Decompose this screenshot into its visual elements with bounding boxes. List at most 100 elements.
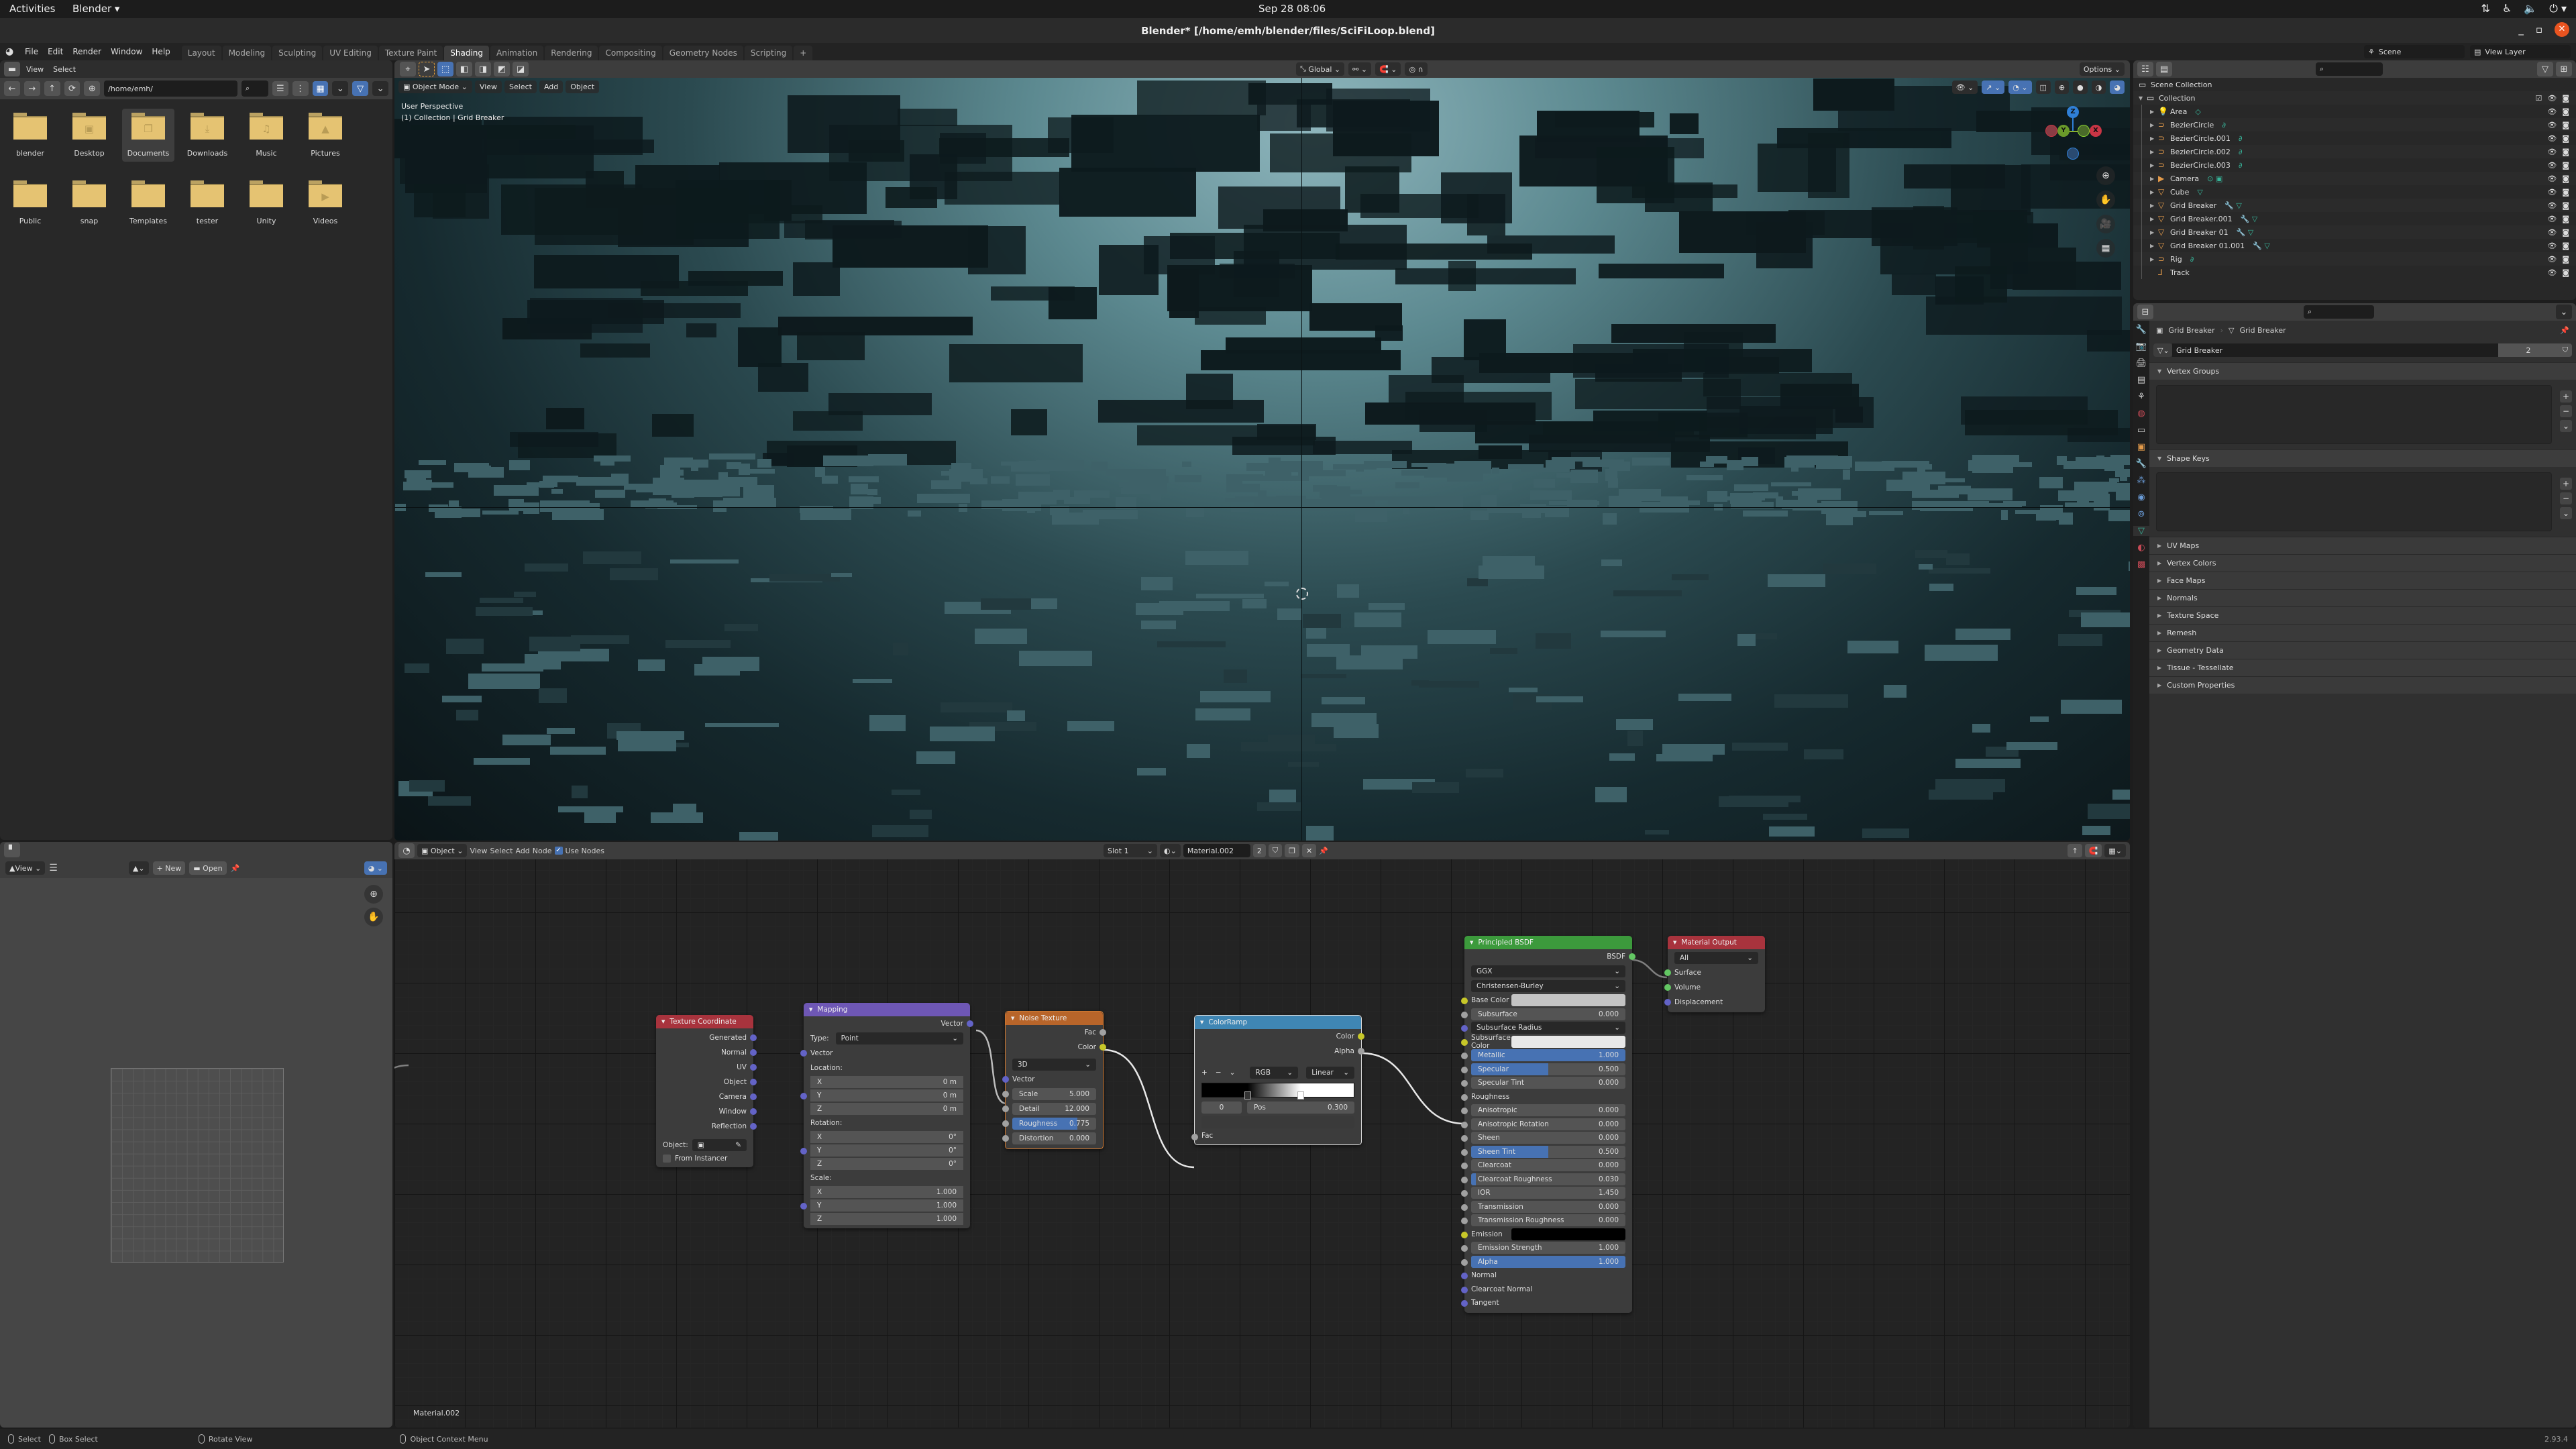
socket-clearcoat-in[interactable]: [1461, 1163, 1468, 1169]
socket-anisotropic-in[interactable]: [1461, 1108, 1468, 1114]
socket-transmission-roughness-in[interactable]: [1461, 1218, 1468, 1224]
stop-color-swatch[interactable]: [1201, 1116, 1354, 1128]
clock[interactable]: Sep 28 08:06: [1258, 3, 1326, 15]
outliner-item[interactable]: ▶ ⊃ BezierCircle.003 ∂ 👁 ◙: [2133, 158, 2576, 172]
socket-vector-in[interactable]: [1002, 1076, 1009, 1083]
socket-volume-in[interactable]: [1664, 984, 1671, 991]
socket-tangent-in[interactable]: [1461, 1300, 1468, 1307]
workspace-tab-texture-paint[interactable]: Texture Paint: [378, 46, 443, 60]
socket-detail-in[interactable]: [1002, 1106, 1009, 1112]
panel-normals[interactable]: ▶ Normals: [2149, 589, 2576, 606]
proportional-edit-toggle[interactable]: ◎ ∩: [1405, 62, 1428, 76]
collapse-icon[interactable]: ▼: [809, 1007, 812, 1012]
specials-menu-button[interactable]: ⌄: [2560, 420, 2572, 432]
shader-node-editor[interactable]: ◔ ▣ Object ⌄ View Select Add Node ✓ Use …: [394, 842, 2130, 1428]
new-image-button[interactable]: + New: [152, 861, 186, 875]
object-data-icon[interactable]: 🔧 ▽: [2253, 241, 2270, 250]
socket-anisotropic-rotation-in[interactable]: [1461, 1121, 1468, 1128]
sheen-tint-field[interactable]: Sheen Tint 0.500: [1471, 1145, 1625, 1158]
vp-menu-add[interactable]: Add: [539, 80, 564, 93]
node-header[interactable]: ▼ Material Output: [1668, 936, 1765, 949]
socket-roughness-in[interactable]: [1002, 1120, 1009, 1127]
properties-search-input[interactable]: ⌕: [2304, 305, 2374, 319]
gizmo-axis-z[interactable]: Z: [2067, 106, 2079, 118]
overlays-toggle[interactable]: ◔ ⌄: [2008, 80, 2032, 94]
expand-triangle-icon[interactable]: ▼: [2139, 95, 2147, 101]
socket-fac-in[interactable]: [1191, 1134, 1198, 1140]
socket-fac-out[interactable]: [1099, 1029, 1106, 1036]
outliner-collection[interactable]: ▼ ▭ Collection ☑ 👁 ◙: [2133, 91, 2576, 105]
panel-uv-maps[interactable]: ▶ UV Maps: [2149, 537, 2576, 554]
stop-position-field[interactable]: Pos 0.300: [1247, 1102, 1354, 1114]
view-layer-tab-icon[interactable]: ▤: [2137, 375, 2145, 385]
render-camera-icon[interactable]: ◙: [2562, 161, 2569, 170]
node-mapping[interactable]: ▼ Mapping Vector Type: Point ⌄ Vector Locat…: [800, 1003, 973, 1228]
gizmo-axis-neg-y[interactable]: [2078, 125, 2090, 137]
pivot-point-dropdown[interactable]: ⚯ ⌄: [1348, 62, 1372, 76]
socket-vector-in[interactable]: [800, 1050, 807, 1057]
new-collection-icon[interactable]: ⊞: [2556, 62, 2572, 76]
socket-specular-tint-in[interactable]: [1461, 1080, 1468, 1087]
menu-render[interactable]: Render: [68, 47, 106, 56]
socket-displacement-in[interactable]: [1664, 999, 1671, 1006]
ie-pin-icon[interactable]: 📌: [231, 864, 240, 873]
ie-pan-icon[interactable]: ✋: [364, 908, 383, 926]
socket-color-out[interactable]: [1358, 1033, 1364, 1040]
gizmo-axis-y[interactable]: Y: [2057, 125, 2070, 137]
object-picker-field[interactable]: ▣ ✎: [692, 1139, 747, 1151]
select-mode-new-icon[interactable]: ⬚: [437, 62, 453, 76]
folder-item[interactable]: Templates: [122, 176, 174, 229]
workspace-tab-uv-editing[interactable]: UV Editing: [323, 46, 378, 60]
socket-subsurface-color-in[interactable]: [1461, 1038, 1468, 1046]
socket-distortion-in[interactable]: [1002, 1135, 1009, 1142]
material-fake-user-icon[interactable]: ⛉: [1268, 844, 1283, 857]
material-users-count[interactable]: 2: [1252, 844, 1266, 857]
node-header[interactable]: ▼ Principled BSDF: [1464, 936, 1632, 949]
expand-triangle-icon[interactable]: ▶: [2150, 189, 2158, 195]
expand-triangle-icon[interactable]: ▶: [2150, 136, 2158, 142]
add-stop-icon[interactable]: +: [1201, 1069, 1208, 1077]
render-camera-icon[interactable]: ◙: [2562, 215, 2569, 223]
mapping-type-dropdown[interactable]: Point ⌄: [835, 1032, 963, 1044]
expand-triangle-icon[interactable]: ▶: [2150, 216, 2158, 222]
filter-options-chevron-icon[interactable]: ⌄: [372, 81, 388, 96]
shading-rendered[interactable]: ◕: [2110, 80, 2125, 94]
render-camera-icon[interactable]: ◙: [2562, 241, 2569, 250]
display-options-chevron-icon[interactable]: ⌄: [332, 81, 349, 96]
panel-texture-space[interactable]: ▶ Texture Space: [2149, 606, 2576, 624]
select-mode-extend-icon[interactable]: ◧: [456, 62, 472, 76]
subsurface-field[interactable]: Subsurface 0.000: [1471, 1008, 1625, 1020]
ior-field[interactable]: IOR 1.450: [1471, 1187, 1625, 1199]
gizmo-axis-neg-x[interactable]: [2045, 125, 2057, 137]
exclude-checkbox[interactable]: ☑: [2535, 94, 2542, 103]
object-data-icon[interactable]: 🔧 ▽: [2224, 201, 2242, 210]
parent-dir-icon[interactable]: ↑: [44, 81, 60, 96]
render-tab-icon[interactable]: 📷: [2136, 341, 2147, 352]
collection-tab-icon[interactable]: ▭: [2137, 425, 2145, 435]
list-box[interactable]: [2156, 385, 2552, 444]
ramp-menu-chevron-icon[interactable]: ⌄: [1230, 1069, 1236, 1077]
menu-help[interactable]: Help: [147, 47, 174, 56]
outliner-item[interactable]: ▶ ⊃ Rig ∂ 👁 ◙: [2133, 252, 2576, 266]
folder-item[interactable]: Public: [4, 176, 56, 229]
filter-icon[interactable]: ▽: [352, 81, 369, 96]
tool-tab-icon[interactable]: 🔧: [2136, 325, 2147, 335]
panel-face-maps[interactable]: ▶ Face Maps: [2149, 572, 2576, 589]
constraints-tab-icon[interactable]: ⊚: [2138, 509, 2145, 519]
eye-icon[interactable]: 👁: [2547, 241, 2557, 250]
add-item-button[interactable]: +: [2560, 478, 2572, 490]
display-mode-icon[interactable]: ▤: [2156, 62, 2172, 76]
select-mode-intersect-icon[interactable]: ◪: [513, 62, 529, 76]
output-target-dropdown[interactable]: All ⌄: [1674, 952, 1758, 964]
visibility-dropdown[interactable]: 👁 ⌄: [1951, 80, 1978, 94]
particles-tab-icon[interactable]: ⁂: [2137, 476, 2146, 486]
socket-emission-in[interactable]: [1461, 1231, 1468, 1238]
expand-triangle-icon[interactable]: ▶: [2150, 229, 2158, 235]
specials-menu-button[interactable]: ⌄: [2560, 507, 2572, 519]
node-header[interactable]: ▼ ColorRamp: [1195, 1016, 1361, 1029]
expand-triangle-icon[interactable]: ▶: [2150, 243, 2158, 249]
outliner-item[interactable]: ▶ ▶ Camera ⊙ ▣ 👁 ◙: [2133, 172, 2576, 185]
viewport-render[interactable]: [394, 78, 2130, 841]
mesh-name-input[interactable]: Grid Breaker: [2172, 343, 2498, 357]
panel-remesh[interactable]: ▶ Remesh: [2149, 624, 2576, 641]
